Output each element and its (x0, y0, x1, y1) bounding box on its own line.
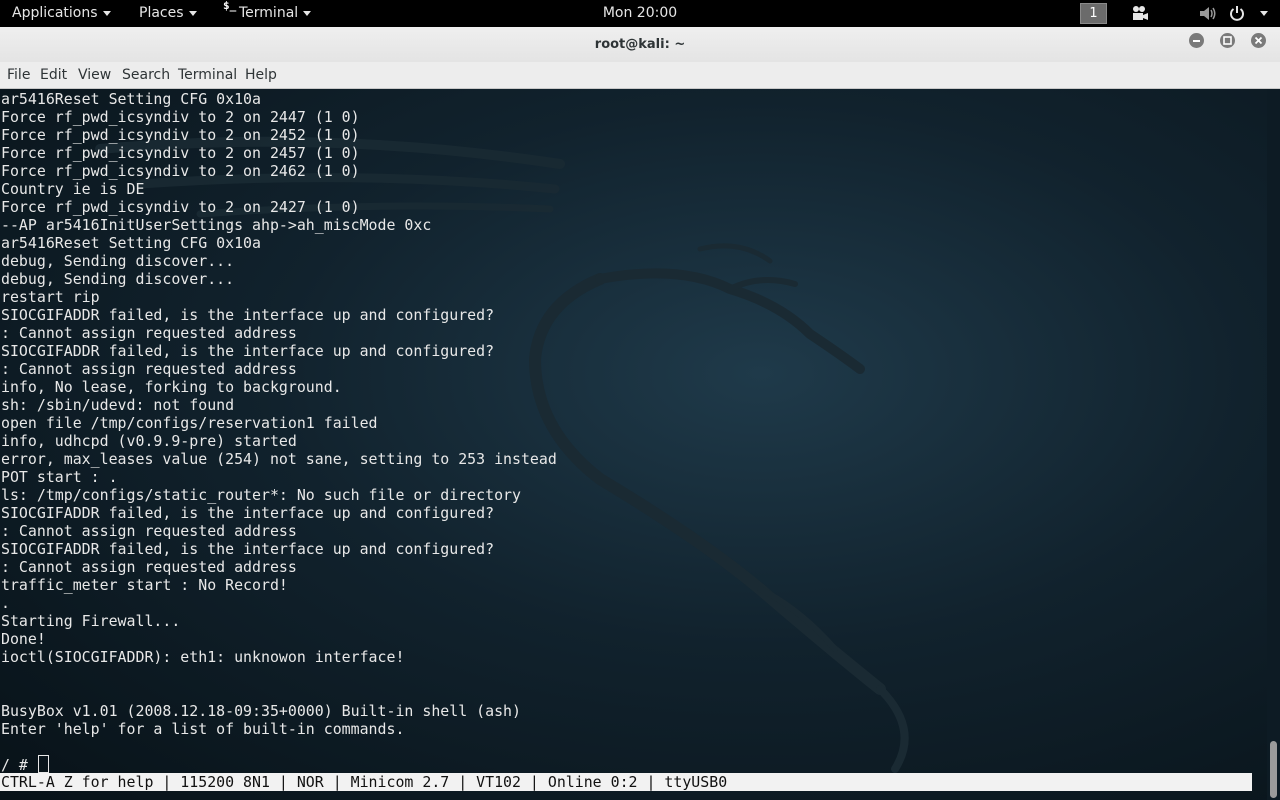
terminal-line: traffic_meter start : No Record! (1, 576, 288, 594)
terminal-line: Force rf_pwd_icsyndiv to 2 on 2462 (1 0) (1, 162, 360, 180)
terminal-line: debug, Sending discover... (1, 252, 235, 270)
terminal-line: . (1, 594, 10, 612)
minimize-button[interactable] (1189, 33, 1204, 48)
terminal-line: info, udhcpd (v0.9.9-pre) started (1, 432, 297, 450)
minicom-status-line: CTRL-A Z for help | 115200 8N1 | NOR | M… (0, 773, 1252, 791)
system-menu-chevron-icon[interactable] (1260, 11, 1268, 16)
menubar: File Edit View Search Terminal Help (0, 62, 1280, 89)
terminal-line: debug, Sending discover... (1, 270, 235, 288)
terminal-line: SIOCGIFADDR failed, is the interface up … (1, 342, 495, 360)
terminal-line: : Cannot assign requested address (1, 522, 297, 540)
minimize-icon (1193, 40, 1200, 42)
maximize-icon (1223, 36, 1232, 45)
terminal-line: Force rf_pwd_icsyndiv to 2 on 2427 (1 0) (1, 198, 360, 216)
terminal-output-area[interactable]: ar5416Reset Setting CFG 0x10a Force rf_pw… (0, 89, 1267, 800)
menu-file[interactable]: File (7, 62, 30, 88)
terminal-output: ar5416Reset Setting CFG 0x10a Force rf_pw… (1, 90, 557, 738)
top-panel: Applications Places $_ Terminal Mon 20:0… (0, 0, 1280, 27)
window-title: root@kali: ~ (594, 37, 686, 52)
terminal-line: info, No lease, forking to background. (1, 378, 342, 396)
camera-icon[interactable] (1131, 5, 1149, 22)
menu-help[interactable]: Help (245, 62, 277, 88)
terminal-line: SIOCGIFADDR failed, is the interface up … (1, 504, 495, 522)
terminal-line: : Cannot assign requested address (1, 324, 297, 342)
menu-search[interactable]: Search (122, 62, 170, 88)
window-titlebar[interactable]: root@kali: ~ (0, 27, 1280, 62)
terminal-scrollbar[interactable] (1267, 89, 1280, 800)
terminal-line: Country ie is DE (1, 180, 145, 198)
terminal-line: Force rf_pwd_icsyndiv to 2 on 2457 (1 0) (1, 144, 360, 162)
terminal-line: ar5416Reset Setting CFG 0x10a (1, 234, 261, 252)
menu-terminal[interactable]: Terminal (178, 62, 237, 88)
terminal-line: --AP ar5416InitUserSettings ahp->ah_misc… (1, 216, 432, 234)
terminal-line: Force rf_pwd_icsyndiv to 2 on 2452 (1 0) (1, 126, 360, 144)
shell-prompt: / # (1, 756, 37, 774)
terminal-line: Done! (1, 630, 46, 648)
close-button[interactable] (1251, 33, 1266, 48)
terminal-line: restart rip (1, 288, 100, 306)
terminal-line: SIOCGIFADDR failed, is the interface up … (1, 306, 495, 324)
close-icon (1254, 36, 1263, 45)
terminal-line: sh: /sbin/udevd: not found (1, 396, 235, 414)
workspace-indicator[interactable]: 1 (1080, 3, 1107, 24)
menu-view[interactable]: View (78, 62, 111, 88)
terminal-line: SIOCGIFADDR failed, is the interface up … (1, 540, 495, 558)
power-icon[interactable] (1229, 5, 1245, 22)
terminal-line: : Cannot assign requested address (1, 558, 297, 576)
volume-icon[interactable] (1199, 5, 1217, 22)
scrollbar-thumb[interactable] (1270, 741, 1277, 798)
terminal-line: Starting Firewall... (1, 612, 181, 630)
menu-edit[interactable]: Edit (40, 62, 67, 88)
terminal-line: BusyBox v1.01 (2008.12.18-09:35+0000) Bu… (1, 702, 521, 720)
terminal-line: Force rf_pwd_icsyndiv to 2 on 2447 (1 0) (1, 108, 360, 126)
terminal-line: ioctl(SIOCGIFADDR): eth1: unknowon inter… (1, 648, 405, 666)
shell-prompt-line[interactable]: / # (1, 755, 49, 774)
terminal-line: Enter 'help' for a list of built-in comm… (1, 720, 405, 738)
terminal-line: ar5416Reset Setting CFG 0x10a (1, 90, 261, 108)
maximize-button[interactable] (1220, 33, 1235, 48)
terminal-line: : Cannot assign requested address (1, 360, 297, 378)
terminal-line: ls: /tmp/configs/static_router*: No such… (1, 486, 521, 504)
terminal-line: error, max_leases value (254) not sane, … (1, 450, 557, 468)
terminal-line: POT start : . (1, 468, 118, 486)
text-cursor (37, 755, 49, 773)
terminal-line: open file /tmp/configs/reservation1 fail… (1, 414, 378, 432)
